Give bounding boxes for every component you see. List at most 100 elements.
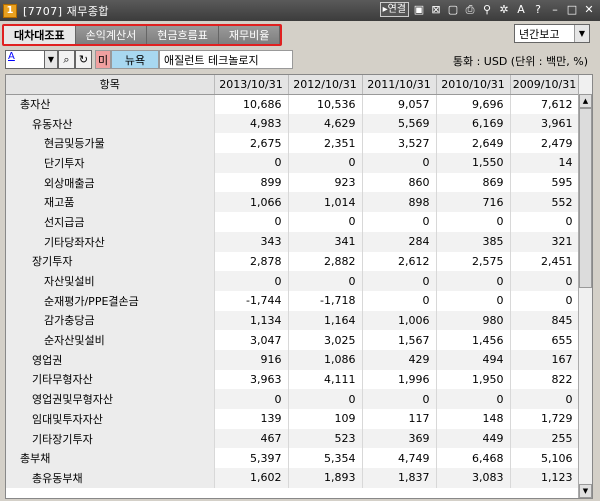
scroll-thumb[interactable] [579,108,592,288]
value-cell: 429 [362,349,437,370]
table-row[interactable]: 기타장기투자 467 523 369 449 255 [6,428,580,449]
search-icon[interactable]: ⌕ [58,50,75,69]
column-header-year[interactable]: 2012/10/31 [288,75,363,95]
value-cell: 845 [510,310,580,331]
table-row[interactable]: 선지급금 0 0 0 0 0 [6,212,580,232]
column-header-item[interactable]: 항목 [6,75,215,95]
scroll-down-icon[interactable]: ▼ [579,484,592,498]
value-cell: 869 [436,172,511,193]
print-icon[interactable]: ⎙ [463,3,477,17]
maximize-icon[interactable]: □ [565,3,579,17]
row-label: 기타무형자산 [6,369,215,390]
value-cell: 139 [214,409,289,429]
value-cell: 4,749 [362,448,437,469]
value-cell: 0 [362,271,437,291]
value-cell: 655 [510,330,580,350]
exchange-badge: 뉴욕 [111,50,159,69]
table-row[interactable]: 자산및설비 0 0 0 0 0 [6,271,580,291]
tab-row: 대차대조표 손익계산서 현금흐름표 재무비율 년간보고 ▼ [0,21,600,47]
row-label: 재고품 [6,192,215,213]
value-cell: 4,629 [288,113,363,134]
window-title: [7707] 재무종합 [23,4,110,18]
value-cell: 1,164 [288,310,363,331]
refresh-icon[interactable]: ↻ [75,50,92,69]
value-cell: 3,963 [214,369,289,390]
value-cell: 343 [214,231,289,252]
table-row[interactable]: 재고품 1,066 1,014 898 716 552 [6,192,580,213]
chart-icon[interactable]: ▣ [412,3,426,17]
row-label: 총자산 [6,94,215,114]
column-header-year[interactable]: 2013/10/31 [214,75,289,95]
tab-financial-ratios[interactable]: 재무비율 [218,26,281,44]
table-row[interactable]: 감가충당금 1,134 1,164 1,006 980 845 [6,310,580,331]
table-row[interactable]: 총유동부채 1,602 1,893 1,837 3,083 1,123 [6,468,580,488]
table-row[interactable]: 기타무형자산 3,963 4,111 1,996 1,950 822 [6,369,580,390]
balance-sheet-table: 항목 2013/10/31 2012/10/31 2011/10/31 2010… [5,74,593,499]
grid-icon[interactable]: ⊠ [429,3,443,17]
statement-tabs: 대차대조표 손익계산서 현금흐름표 재무비율 [2,24,283,46]
table-row[interactable]: 영업권 916 1,086 429 494 167 [6,349,580,370]
title-bar: 1 [7707] 재무종합 ▸연결 ▣ ⊠ ▢ ⎙ ⚲ ✲ A ? – □ ✕ [0,0,600,21]
chevron-down-icon[interactable]: ▼ [574,25,589,42]
table-row[interactable]: 장기투자 2,878 2,882 2,612 2,575 2,451 [6,251,580,272]
vertical-scrollbar[interactable]: ▲ ▼ [578,75,592,498]
close-icon[interactable]: ✕ [582,3,596,17]
table-row[interactable]: 유동자산 4,983 4,629 5,569 6,169 3,961 [6,113,580,134]
table-row[interactable]: 순재평가/PPE결손금 -1,744 -1,718 0 0 0 [6,290,580,311]
row-label: 자산및설비 [6,271,215,291]
column-header-year[interactable]: 2010/10/31 [436,75,511,95]
value-cell: 822 [510,369,580,390]
value-cell: 321 [510,231,580,252]
table-row[interactable]: 순자산및설비 3,047 3,025 1,567 1,456 655 [6,330,580,350]
value-cell: 449 [436,428,511,449]
table-row[interactable]: 임대및투자자산 139 109 117 148 1,729 [6,409,580,429]
value-cell: 1,729 [510,409,580,429]
value-cell: 5,397 [214,448,289,469]
tab-balance-sheet[interactable]: 대차대조표 [4,26,76,44]
value-cell: 0 [510,389,580,409]
column-header-year[interactable]: 2011/10/31 [362,75,437,95]
value-cell: 4,983 [214,113,289,134]
stock-code-input[interactable]: A [5,50,45,69]
value-cell: 0 [362,290,437,311]
value-cell: -1,744 [214,290,289,311]
title-toolbar: ▸연결 ▣ ⊠ ▢ ⎙ ⚲ ✲ A ? – □ ✕ [379,2,596,17]
tab-cash-flow[interactable]: 현금흐름표 [147,26,219,44]
value-cell: 0 [288,389,363,409]
sync-icon[interactable]: ✲ [497,3,511,17]
table-row[interactable]: 단기투자 0 0 0 1,550 14 [6,153,580,173]
table-row[interactable]: 총부채 5,397 5,354 4,749 6,468 5,106 [6,448,580,469]
pin-icon[interactable]: ⚲ [480,3,494,17]
value-cell: 2,878 [214,251,289,272]
value-cell: 5,354 [288,448,363,469]
code-dropdown-icon[interactable]: ▼ [44,50,58,69]
value-cell: 3,025 [288,330,363,350]
font-icon[interactable]: A [514,3,528,17]
table-row[interactable]: 기타당좌자산 343 341 284 385 321 [6,231,580,252]
row-label: 총유동부채 [6,468,215,488]
table-row[interactable]: 총자산 10,686 10,536 9,057 9,696 7,612 [6,94,580,114]
table-row[interactable]: 현금및등가물 2,675 2,351 3,527 2,649 2,479 [6,133,580,154]
column-header-year[interactable]: 2009/10/31 [510,75,580,95]
value-cell: 148 [436,409,511,429]
value-cell: 0 [436,389,511,409]
value-cell: 980 [436,310,511,331]
link-button[interactable]: ▸연결 [379,2,409,17]
minimize-icon[interactable]: – [548,3,562,17]
help-icon[interactable]: ? [531,3,545,17]
row-label: 유동자산 [6,113,215,134]
value-cell: 552 [510,192,580,213]
value-cell: 0 [214,389,289,409]
window-icon[interactable]: ▢ [446,3,460,17]
value-cell: 0 [214,153,289,173]
value-cell: 523 [288,428,363,449]
period-select[interactable]: 년간보고 ▼ [514,24,590,43]
value-cell: 0 [214,271,289,291]
table-body: 총자산 10,686 10,536 9,057 9,696 7,612 유동자산 4,983 4… [6,94,580,488]
table-row[interactable]: 영업권및무형자산 0 0 0 0 0 [6,389,580,409]
tab-income-statement[interactable]: 손익계산서 [75,26,148,44]
table-row[interactable]: 외상매출금 899 923 860 869 595 [6,172,580,193]
scroll-up-icon[interactable]: ▲ [579,94,592,108]
value-cell: 1,066 [214,192,289,213]
value-cell: 4,111 [288,369,363,390]
